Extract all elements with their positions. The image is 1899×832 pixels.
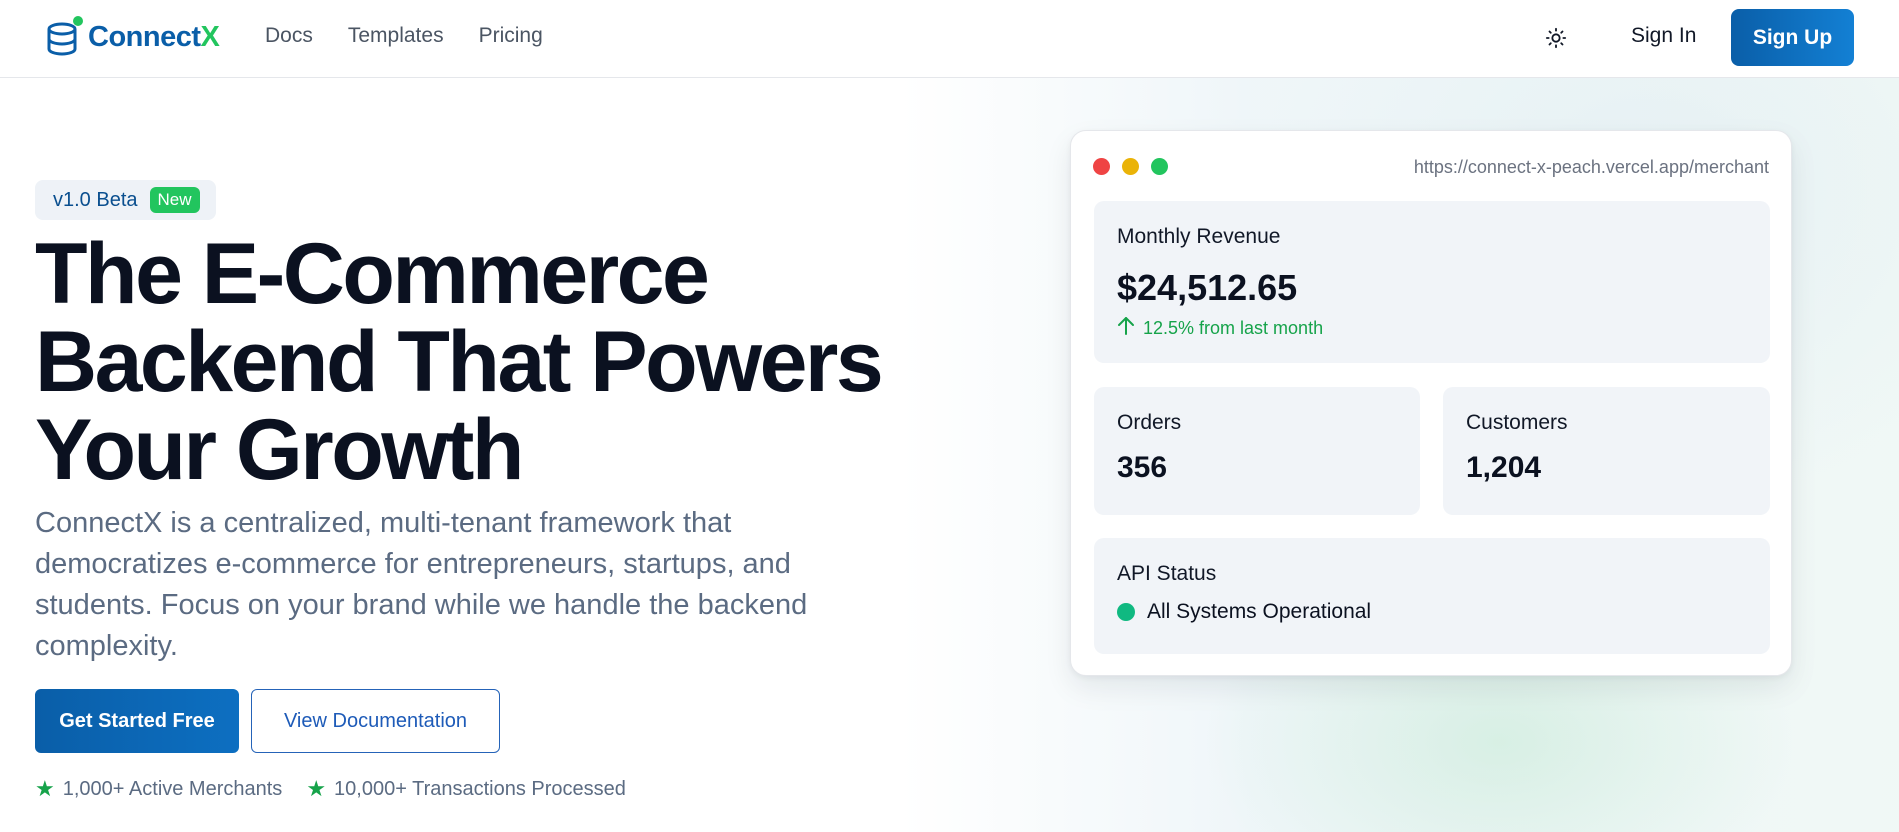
- dashboard-preview-card: https://connect-x-peach.vercel.app/merch…: [1070, 130, 1792, 676]
- orders-label: Orders: [1117, 411, 1182, 434]
- stat-transactions-label: 10,000+ Transactions Processed: [334, 777, 626, 800]
- version-label: v1.0 Beta: [53, 188, 138, 211]
- revenue-change: 12.5% from last month: [1117, 316, 1323, 341]
- new-tag: New: [149, 187, 200, 213]
- customers-label: Customers: [1466, 411, 1568, 434]
- revenue-tile: Monthly Revenue $24,512.65 12.5% from la…: [1094, 201, 1770, 363]
- nav-link-docs[interactable]: Docs: [265, 24, 313, 48]
- hero-headline: The E-Commerce Backend That Powers Your …: [35, 230, 915, 494]
- api-status-text: All Systems Operational: [1147, 600, 1372, 623]
- theme-toggle-button[interactable]: [1540, 24, 1572, 56]
- nav-link-pricing[interactable]: Pricing: [479, 24, 543, 48]
- nav-links: Docs Templates Pricing: [265, 24, 543, 48]
- close-dot-icon: [1093, 158, 1110, 175]
- sign-in-link[interactable]: Sign In: [1631, 24, 1696, 48]
- star-icon: ★: [35, 776, 55, 801]
- hero-subtext: ConnectX is a centralized, multi-tenant …: [35, 507, 808, 662]
- view-documentation-button[interactable]: View Documentation: [251, 689, 500, 753]
- database-icon: [46, 15, 84, 59]
- status-dot-icon: [1117, 603, 1135, 621]
- get-started-button[interactable]: Get Started Free: [35, 689, 239, 753]
- sun-icon: [1545, 27, 1567, 54]
- orders-tile: Orders 356: [1094, 387, 1420, 515]
- revenue-label: Monthly Revenue: [1117, 225, 1281, 248]
- api-status-tile: API Status All Systems Operational: [1094, 538, 1770, 654]
- hero-stats: ★ 1,000+ Active Merchants ★ 10,000+ Tran…: [35, 776, 626, 802]
- stat-merchants: ★ 1,000+ Active Merchants: [35, 776, 282, 802]
- api-status-row: All Systems Operational: [1117, 600, 1371, 624]
- customers-value: 1,204: [1466, 451, 1542, 484]
- revenue-change-text: 12.5% from last month: [1143, 318, 1324, 338]
- headline-line-3: Your Growth: [35, 402, 524, 498]
- headline-line-1: The E-Commerce: [35, 226, 710, 322]
- customers-tile: Customers 1,204: [1443, 387, 1770, 515]
- minimize-dot-icon: [1122, 158, 1139, 175]
- arrow-up-icon: [1117, 316, 1135, 341]
- brand-logo[interactable]: ConnectX: [46, 14, 220, 60]
- nav-link-templates[interactable]: Templates: [348, 24, 444, 48]
- headline-line-2: Backend That Powers: [35, 314, 884, 410]
- brand-name: ConnectX: [88, 20, 220, 53]
- stat-transactions: ★ 10,000+ Transactions Processed: [306, 776, 626, 802]
- api-status-label: API Status: [1117, 562, 1217, 585]
- window-controls: [1093, 158, 1168, 175]
- preview-url: https://connect-x-peach.vercel.app/merch…: [1413, 157, 1769, 177]
- revenue-value: $24,512.65: [1117, 267, 1298, 308]
- maximize-dot-icon: [1151, 158, 1168, 175]
- star-icon: ★: [306, 776, 327, 801]
- version-badge: v1.0 Beta New: [35, 180, 216, 220]
- stat-merchants-label: 1,000+ Active Merchants: [62, 777, 283, 800]
- orders-value: 356: [1117, 451, 1168, 484]
- sign-up-button[interactable]: Sign Up: [1731, 9, 1854, 66]
- top-navbar: ConnectX Docs Templates Pricing Sign In …: [0, 0, 1899, 78]
